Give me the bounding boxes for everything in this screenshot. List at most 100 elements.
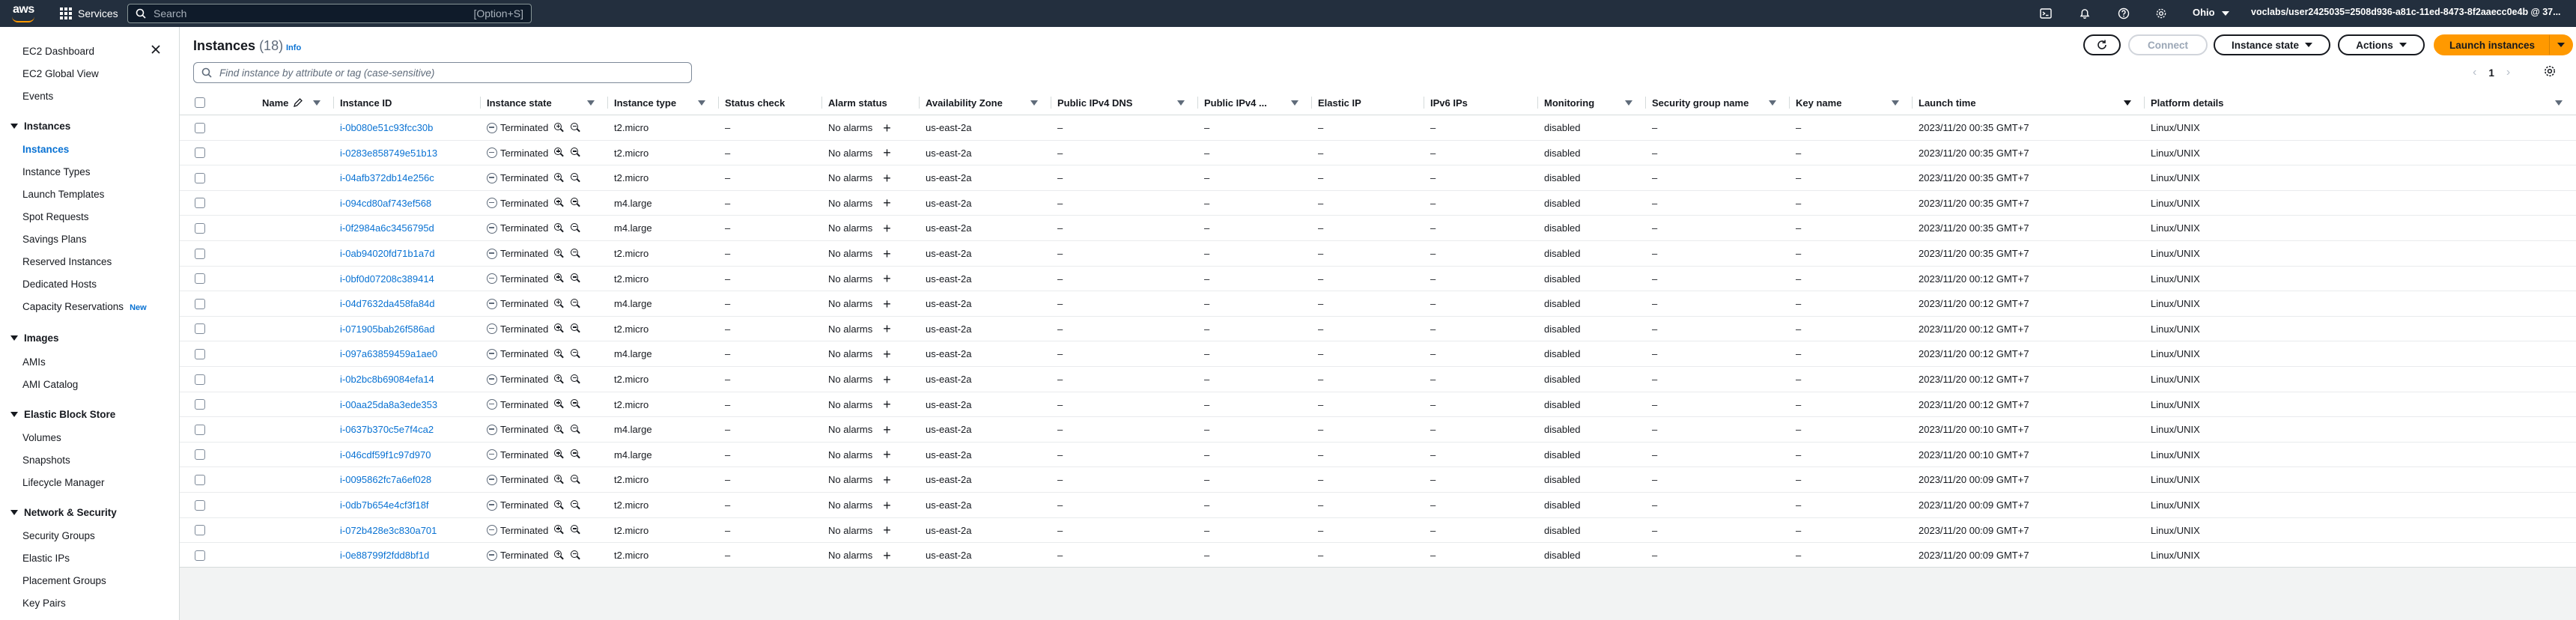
table-row[interactable]: i-094cd80af743ef568 Terminated m4.large – No… [180,191,2576,216]
column-header-instance-state[interactable]: Instance state [481,90,608,115]
settings-gear-icon[interactable] [2154,6,2169,21]
sidebar-section-elastic-block-store[interactable]: Elastic Block Store [10,409,115,420]
sort-icon[interactable] [1769,100,1776,106]
sidebar-item-capacity-reservations[interactable]: Capacity Reservations New [22,301,147,312]
add-alarm-plus-icon[interactable]: + [883,121,891,135]
instance-id-link[interactable]: i-0b2bc8b69084efa14 [340,367,481,392]
zoom-in-icon[interactable] [554,525,565,535]
column-header-launch-time[interactable]: Launch time [1913,90,2145,115]
instance-id-link[interactable]: i-0ab94020fd71b1a7d [340,241,481,266]
instance-id-link[interactable]: i-072b428e3c830a701 [340,518,481,543]
add-alarm-plus-icon[interactable]: + [883,347,891,361]
zoom-out-icon[interactable] [571,424,581,435]
sort-icon[interactable] [698,100,705,106]
zoom-in-icon[interactable] [554,499,565,511]
zoom-out-icon[interactable] [571,449,581,460]
zoom-out-icon[interactable] [571,122,581,133]
zoom-out-icon[interactable] [571,399,581,410]
row-checkbox[interactable] [195,374,205,385]
zoom-in-icon[interactable] [554,248,565,259]
add-alarm-plus-icon[interactable]: + [883,473,891,487]
sort-icon[interactable] [1177,100,1185,106]
table-row[interactable]: i-04afb372db14e256c Terminated t2.micro – No… [180,165,2576,191]
row-checkbox[interactable] [195,323,205,335]
sidebar-item-spot-requests[interactable]: Spot Requests [22,211,89,222]
select-all-checkbox[interactable] [195,97,205,108]
column-header-instance-type[interactable]: Instance type [608,90,719,115]
sidebar-item-placement-groups[interactable]: Placement Groups [22,575,106,586]
zoom-out-icon[interactable] [571,172,581,183]
table-row[interactable]: i-097a63859459a1ae0 Terminated m4.large – No… [180,341,2576,367]
instance-id-link[interactable]: i-04afb372db14e256c [340,165,481,190]
instance-id-link[interactable]: i-046cdf59f1c97d970 [340,443,481,467]
column-header-monitoring[interactable]: Monitoring [1538,90,1646,115]
services-menu-button[interactable]: Services [60,6,118,21]
sidebar-section-instances[interactable]: Instances [10,121,70,132]
instance-id-link[interactable]: i-071905bab26f586ad [340,317,481,341]
zoom-out-icon[interactable] [571,550,581,561]
launch-instances-button[interactable]: Launch instances [2434,34,2551,55]
column-header-elastic-ip[interactable]: Elastic IP [1312,90,1424,115]
sidebar-item-instance-types[interactable]: Instance Types [22,166,91,177]
row-checkbox[interactable] [195,122,205,133]
add-alarm-plus-icon[interactable]: + [883,499,891,512]
info-link[interactable]: Info [286,43,301,52]
aws-logo[interactable]: aws [10,3,37,22]
table-row[interactable]: i-071905bab26f586ad Terminated t2.micro – No… [180,317,2576,342]
sidebar-item-ec2-dashboard[interactable]: EC2 Dashboard [22,46,94,57]
instance-id-link[interactable]: i-0095862fc7a6ef028 [340,467,481,492]
add-alarm-plus-icon[interactable]: + [883,272,891,285]
zoom-in-icon[interactable] [554,222,565,234]
column-header-security-group-name[interactable]: Security group name [1646,90,1790,115]
table-row[interactable]: i-0283e858749e51b13 Terminated t2.micro – No… [180,141,2576,166]
table-row[interactable]: i-0ab94020fd71b1a7d Terminated t2.micro – No… [180,241,2576,267]
table-row[interactable]: i-0bf0d07208c389414 Terminated t2.micro – No… [180,267,2576,292]
zoom-in-icon[interactable] [554,172,565,183]
column-header-availability-zone[interactable]: Availability Zone [920,90,1051,115]
zoom-out-icon[interactable] [571,273,581,284]
table-row[interactable]: i-0095862fc7a6ef028 Terminated t2.micro – No… [180,467,2576,493]
zoom-in-icon[interactable] [554,122,565,133]
sort-icon[interactable] [1625,100,1632,106]
zoom-in-icon[interactable] [554,550,565,561]
column-header-public-ipv4[interactable]: Public IPv4 ... [1198,90,1312,115]
row-checkbox[interactable] [195,474,205,485]
zoom-out-icon[interactable] [571,525,581,535]
table-row[interactable]: i-046cdf59f1c97d970 Terminated m4.large – No… [180,443,2576,468]
sidebar-section-network-security[interactable]: Network & Security [10,507,117,518]
instance-id-link[interactable]: i-0f2984a6c3456795d [340,216,481,240]
zoom-out-icon[interactable] [571,348,581,359]
row-checkbox[interactable] [195,273,205,285]
add-alarm-plus-icon[interactable]: + [883,146,891,159]
add-alarm-plus-icon[interactable]: + [883,523,891,537]
instance-id-link[interactable]: i-0b080e51c93fcc30b [340,115,481,140]
next-page-button[interactable]: › [2506,66,2510,79]
sort-icon[interactable] [2555,100,2563,106]
sidebar-item-amis[interactable]: AMIs [22,356,46,368]
sidebar-item-savings-plans[interactable]: Savings Plans [22,234,87,245]
instance-details-split-panel[interactable] [180,567,2576,620]
instance-id-link[interactable]: i-0db7b654e4cf3f18f [340,493,481,517]
zoom-in-icon[interactable] [554,323,565,334]
instance-id-link[interactable]: i-094cd80af743ef568 [340,191,481,216]
add-alarm-plus-icon[interactable]: + [883,196,891,210]
account-menu[interactable]: voclabs/user2425035=2508d936-a81c-11ed-8… [2251,7,2561,17]
add-alarm-plus-icon[interactable]: + [883,373,891,386]
sidebar-item-reserved-instances[interactable]: Reserved Instances [22,256,112,267]
connect-button[interactable]: Connect [2128,34,2208,55]
cloudshell-icon[interactable] [2038,6,2053,21]
instance-id-link[interactable]: i-097a63859459a1ae0 [340,341,481,366]
instance-id-link[interactable]: i-04d7632da458fa84d [340,291,481,316]
column-header-platform-details[interactable]: Platform details [2145,90,2576,115]
table-row[interactable]: i-04d7632da458fa84d Terminated m4.large – No… [180,291,2576,317]
column-header-name[interactable]: Name [232,90,334,115]
zoom-out-icon[interactable] [571,198,581,208]
zoom-out-icon[interactable] [571,298,581,309]
sort-icon[interactable] [1892,100,1899,106]
table-preferences-gear-icon[interactable] [2543,64,2558,79]
row-checkbox[interactable] [195,424,205,435]
zoom-in-icon[interactable] [554,374,565,385]
sidebar-item-security-groups[interactable]: Security Groups [22,530,95,541]
instance-id-link[interactable]: i-00aa25da8a3ede353 [340,392,481,417]
zoom-in-icon[interactable] [554,198,565,208]
